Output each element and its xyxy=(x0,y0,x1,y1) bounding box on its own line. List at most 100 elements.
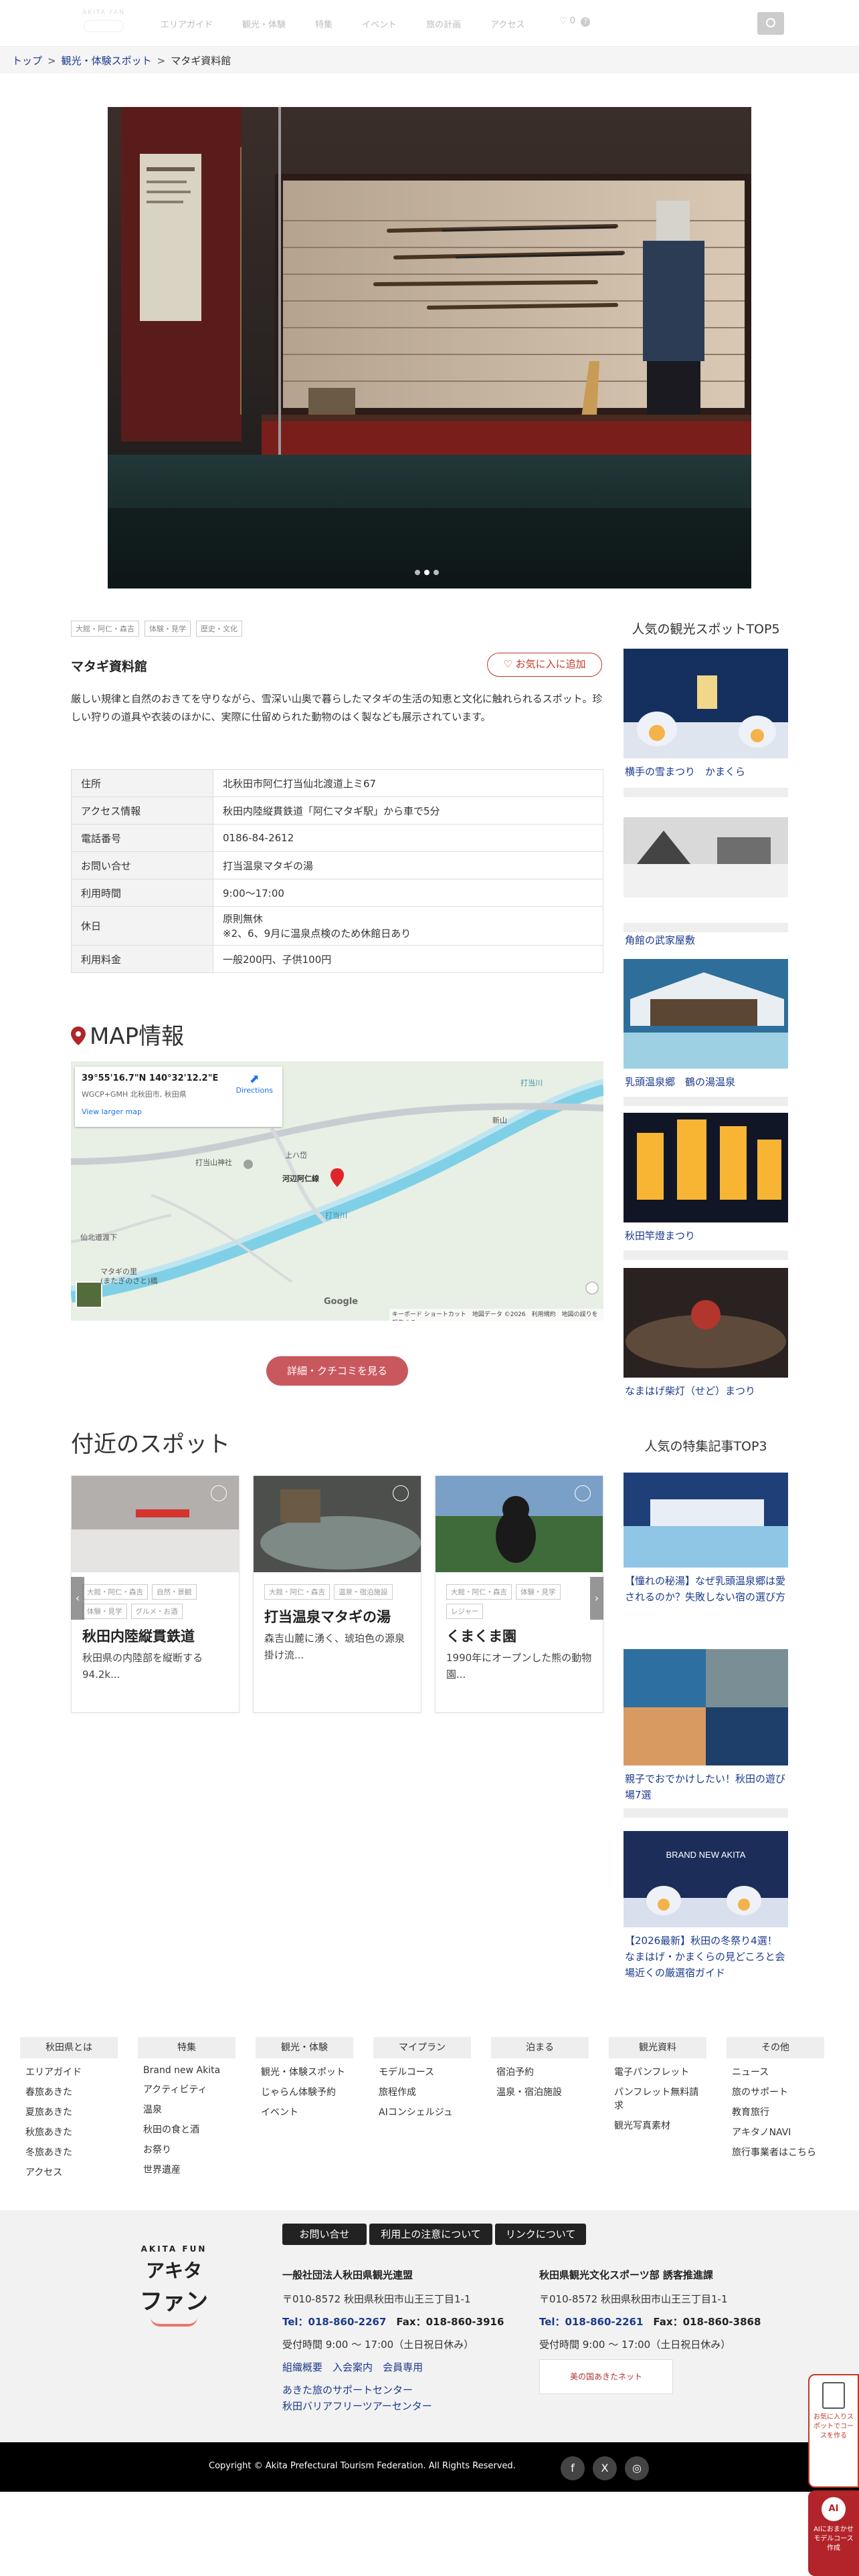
top3-item[interactable]: BRAND NEW AKITA 【2026最新】秋田の冬祭り4選！なまはげ・かま… xyxy=(624,1831,788,1981)
footer-link[interactable]: アクティビティ xyxy=(138,2082,235,2096)
footer-link[interactable]: 教育旅行 xyxy=(727,2105,824,2119)
footer-col-heading[interactable]: 泊まる xyxy=(491,2037,589,2058)
footer-col-heading[interactable]: 特集 xyxy=(138,2037,235,2058)
footer-link[interactable]: アキタノNAVI xyxy=(727,2125,824,2139)
help-icon[interactable]: ? xyxy=(581,17,591,27)
footer-col-heading[interactable]: 観光資料 xyxy=(609,2037,706,2058)
footer-link[interactable]: 温泉・宿泊施設 xyxy=(491,2085,589,2099)
top5-item[interactable]: 秋田竿燈まつり xyxy=(624,1113,788,1244)
card-tag[interactable]: 温泉・宿泊施設 xyxy=(334,1584,393,1600)
card-favorite-icon[interactable] xyxy=(575,1485,591,1501)
instagram-icon[interactable]: ◎ xyxy=(625,2456,649,2480)
nav-access[interactable]: アクセス xyxy=(490,17,524,30)
card-tag[interactable]: 大館・阿仁・森吉 xyxy=(82,1584,148,1600)
card-tag[interactable]: 体験・見学 xyxy=(82,1604,127,1619)
details-reviews-button[interactable]: 詳細・クチコミを見る xyxy=(266,1356,408,1386)
tag-area[interactable]: 大館・阿仁・森吉 xyxy=(71,621,139,637)
map-footer[interactable]: キーボード ショートカット 地図データ ©2026 利用規約 地図の誤りを報告す… xyxy=(389,1309,603,1321)
footer-link[interactable]: 夏旅あきた xyxy=(20,2105,118,2119)
carousel-next-button[interactable]: › xyxy=(590,1577,603,1620)
x-twitter-icon[interactable]: X xyxy=(593,2456,617,2480)
footer-link[interactable]: 旅程作成 xyxy=(373,2085,471,2099)
footer-link[interactable]: 旅行事業者はこちら xyxy=(727,2145,824,2159)
org1-link-barrierfree[interactable]: 秋田バリアフリーツアーセンター xyxy=(282,2398,530,2414)
search-button[interactable] xyxy=(757,12,784,35)
footer-col-heading[interactable]: 観光・体験 xyxy=(256,2037,353,2058)
floating-ai-button[interactable]: AI AIにおまかせモデルコース作成 xyxy=(808,2490,859,2576)
footer-link[interactable]: 温泉 xyxy=(138,2103,235,2116)
nearby-card[interactable]: 大館・阿仁・森吉 自然・景観 体験・見学 グルメ・お酒 秋田内陸縦貫鉄道 秋田県… xyxy=(71,1475,240,1713)
nearby-card[interactable]: 大館・阿仁・森吉 体験・見学 レジャー くまくま園 1990年にオープンした熊の… xyxy=(435,1475,603,1713)
footer-col-heading[interactable]: その他 xyxy=(727,2037,824,2058)
nav-area-guide[interactable]: エリアガイド xyxy=(161,17,213,30)
footer-link[interactable]: Brand new Akita xyxy=(138,2065,235,2076)
bi-no-kuni-banner[interactable]: 美の国あきたネット xyxy=(539,2359,673,2394)
footer-link[interactable]: 宿泊予約 xyxy=(491,2065,589,2078)
card-tag[interactable]: グルメ・お酒 xyxy=(130,1604,183,1619)
view-larger-map-link[interactable]: View larger map xyxy=(82,1107,276,1116)
org2-tel[interactable]: Tel：018-860-2261 xyxy=(539,2316,643,2328)
org1-link-support[interactable]: あきた旅のサポートセンター xyxy=(282,2382,530,2398)
carousel-dot-3[interactable] xyxy=(434,570,439,575)
hero-carousel[interactable] xyxy=(108,107,751,588)
org1-tel[interactable]: Tel：018-860-2267 xyxy=(282,2316,386,2328)
top3-item[interactable]: 【憧れの秘湯】なぜ乳頭温泉郷は愛されるのか？失敗しない宿の選び方 xyxy=(624,1473,788,1605)
footer-link[interactable]: アクセス xyxy=(20,2165,118,2179)
footer-link[interactable]: 春旅あきた xyxy=(20,2085,118,2099)
footer-brand-logo[interactable]: AKITA FUN アキタ ファン xyxy=(120,2244,227,2327)
tag-genre[interactable]: 歴史・文化 xyxy=(196,621,242,637)
footer-link[interactable]: ニュース xyxy=(727,2065,824,2078)
breadcrumb-sightseeing[interactable]: 観光・体験スポット xyxy=(62,55,152,67)
footer-link[interactable]: じゃらん体験予約 xyxy=(256,2085,353,2099)
footer-link[interactable]: エリアガイド xyxy=(20,2065,118,2078)
org1-link-members[interactable]: 会員専用 xyxy=(383,2361,423,2373)
contact-button[interactable]: お問い合せ xyxy=(282,2224,367,2245)
footer-link[interactable]: 冬旅あきた xyxy=(20,2145,118,2159)
footer-link[interactable]: AIコンシェルジュ xyxy=(373,2105,471,2119)
carousel-dot-1[interactable] xyxy=(415,570,420,575)
card-tag[interactable]: 大館・阿仁・森吉 xyxy=(264,1584,330,1600)
floating-course-button[interactable]: お気に入りスポットでコースを作る xyxy=(808,2374,859,2488)
top3-item[interactable]: 親子でおでかけしたい！秋田の遊び場7選 xyxy=(624,1649,788,1803)
directions-button[interactable]: ⬈ Directions xyxy=(236,1072,273,1095)
nav-events[interactable]: イベント xyxy=(362,17,397,30)
breadcrumb-top[interactable]: トップ xyxy=(12,55,42,67)
carousel-prev-button[interactable]: ‹ xyxy=(71,1577,84,1620)
card-tag[interactable]: 自然・景観 xyxy=(152,1584,197,1600)
embedded-map[interactable]: 39°55'16.7"N 140°32'12.2"E WGCP+GMH 北秋田市… xyxy=(71,1061,603,1321)
footer-link[interactable]: お祭り xyxy=(138,2143,235,2156)
card-favorite-icon[interactable] xyxy=(211,1485,227,1501)
org1-link-join[interactable]: 入会案内 xyxy=(332,2361,373,2373)
footer-link[interactable]: 観光・体験スポット xyxy=(256,2065,353,2078)
info-phone[interactable]: 0186-84-2612 xyxy=(213,824,603,852)
footer-link[interactable]: 秋田の食と酒 xyxy=(138,2123,235,2136)
card-tag[interactable]: 体験・見学 xyxy=(516,1584,561,1600)
top5-item[interactable]: 乳頭温泉郷 鶴の湯温泉 xyxy=(624,959,788,1090)
nav-plan[interactable]: 旅の計画 xyxy=(426,17,461,30)
footer-link[interactable]: 秋旅あきた xyxy=(20,2125,118,2139)
org1-link-about[interactable]: 組織概要 xyxy=(282,2361,322,2373)
footer-link[interactable]: イベント xyxy=(256,2105,353,2119)
footer-link[interactable]: 旅のサポート xyxy=(727,2085,824,2099)
links-button[interactable]: リンクについて xyxy=(495,2224,586,2245)
card-favorite-icon[interactable] xyxy=(393,1485,409,1501)
nav-sightseeing[interactable]: 観光・体験 xyxy=(242,17,286,30)
carousel-dot-2[interactable] xyxy=(424,570,430,575)
nearby-card[interactable]: 大館・阿仁・森吉 温泉・宿泊施設 打当温泉マタギの湯 森吉山麓に湧く、琥珀色の源… xyxy=(253,1475,421,1713)
footer-link[interactable]: パンフレット無料請求 xyxy=(609,2085,706,2112)
footer-link[interactable]: 世界遺産 xyxy=(138,2163,235,2176)
facebook-icon[interactable]: f xyxy=(561,2456,585,2480)
tag-category[interactable]: 体験・見学 xyxy=(145,621,191,637)
favorites-heart-icon[interactable]: ♡ xyxy=(559,16,567,26)
nav-features[interactable]: 特集 xyxy=(315,17,332,30)
footer-link[interactable]: 観光写真素材 xyxy=(609,2119,706,2132)
terms-button[interactable]: 利用上の注意について xyxy=(369,2224,492,2245)
footer-col-heading[interactable]: マイプラン xyxy=(373,2037,471,2058)
site-logo[interactable]: AKITA FAN xyxy=(74,8,134,36)
top5-item[interactable]: 横手の雪まつり かまくら xyxy=(624,649,788,780)
add-favorite-button[interactable]: ♡ お気に入に追加 xyxy=(487,653,602,677)
footer-link[interactable]: 電子パンフレット xyxy=(609,2065,706,2078)
card-tag[interactable]: 大館・阿仁・森吉 xyxy=(446,1584,512,1600)
footer-col-heading[interactable]: 秋田県とは xyxy=(20,2037,118,2058)
top5-item[interactable]: なまはげ柴灯（せど）まつり xyxy=(624,1268,788,1399)
